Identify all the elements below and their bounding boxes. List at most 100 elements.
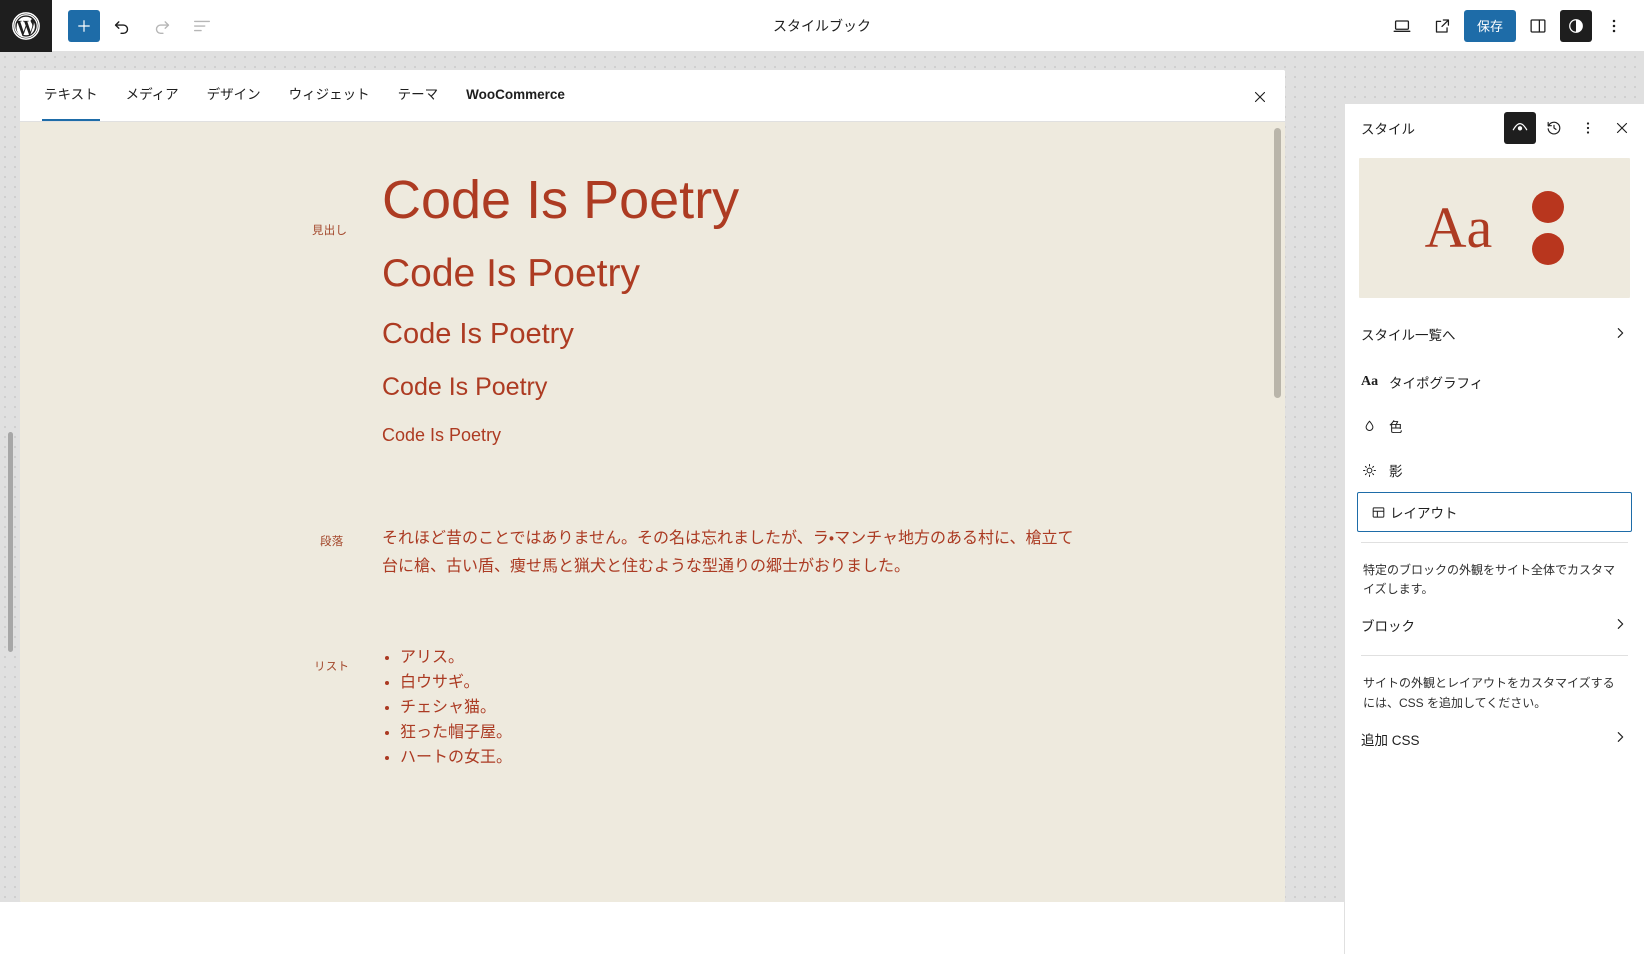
heading-level-1: Code Is Poetry [382,170,740,230]
style-book-canvas: テキスト メディア デザイン ウィジェット テーマ WooCommerce 見出… [20,70,1285,902]
close-icon [1254,91,1266,103]
style-book-preview: 見出し Code Is Poetry Code Is Poetry Code I… [20,122,1285,902]
paragraph-sample: それほど昔のことではありません。その名は忘れましたが、ラ・マンチャ地方のある村に… [382,529,1074,576]
heading-level-4: Code Is Poetry [382,372,548,401]
tab-woocommerce[interactable]: WooCommerce [452,70,579,121]
editor-workspace: テキスト メディア デザイン ウィジェット テーマ WooCommerce 見出… [0,52,1644,954]
heading-level-2: Code Is Poetry [382,252,640,296]
sidebar-divider [1361,542,1628,543]
list-sample-wrap: アリス。 白ウサギ。 チェシャ猫。 狂った帽子屋。 ハートの女王。 [382,646,1285,771]
plus-icon [78,19,90,32]
browse-styles-row[interactable]: スタイル一覧へ [1345,312,1644,356]
close-styles-sidebar-button[interactable] [1606,112,1638,144]
style-book-tablist: テキスト メディア デザイン ウィジェット テーマ WooCommerce [20,70,1285,122]
shadow-sun-icon [1361,462,1389,479]
list-item: 白ウサギ。 [400,671,1285,696]
tab-text[interactable]: テキスト [30,70,112,121]
save-button[interactable]: 保存 [1463,9,1516,42]
canvas-scrollbar-thumb[interactable] [1274,128,1281,398]
contrast-circle-icon [1569,18,1583,33]
kebab-menu-icon [1612,19,1616,32]
sidebar-divider [1361,655,1628,657]
styles-more-button[interactable] [1572,112,1604,144]
undo-button[interactable] [104,8,140,44]
list-item: チェシャ猫。 [400,696,1285,721]
styles-menu-typography-label: タイポグラフィ [1389,376,1484,391]
canvas-resize-handle[interactable] [8,432,13,652]
list-item: 狂った帽子屋。 [400,721,1285,746]
list-item: アリス。 [400,646,1285,671]
revisions-button[interactable] [1538,112,1570,144]
more-options-button[interactable] [1596,8,1632,44]
styles-header-actions [1504,112,1638,144]
list-sample: アリス。 白ウサギ。 チェシャ猫。 狂った帽子屋。 ハートの女王。 [382,646,1285,771]
typography-aa-icon: Aa [1361,374,1379,389]
redo-icon [155,20,170,34]
styles-menu-shadows-label: 影 [1389,464,1403,479]
add-block-button[interactable] [68,9,100,42]
palette-dot-secondary [1532,233,1565,265]
undo-icon [114,20,129,34]
desktop-icon [1393,19,1411,32]
style-preview-palette [1532,191,1565,265]
styles-menu-group: Aa タイポグラフィ 色 影 レイアウト [1345,356,1644,534]
redo-button[interactable] [144,8,180,44]
heading-level-5: Code Is Poetry [382,424,502,445]
styles-sidebar: スタイル Aa スタイル一覧へ Aa タイポグラフィ 色 影 レイアウト 特定の… [1344,104,1644,954]
styles-panel-title: スタイル [1361,122,1415,137]
styles-menu-additional-css[interactable]: 追加 CSS [1345,717,1644,761]
kebab-menu-icon [1586,122,1590,134]
settings-sidebar-toggle[interactable] [1520,8,1556,44]
styles-menu-colors-label: 色 [1389,420,1403,435]
sidebar-panel-icon [1530,18,1546,33]
palette-dot-primary [1532,191,1565,223]
stylebook-section-list: リスト アリス。 白ウサギ。 チェシャ猫。 狂った帽子屋。 ハートの女王。 [20,582,1285,771]
toolbar-right-group: 保存 [1384,8,1644,44]
section-label-list: リスト [314,660,350,673]
device-preview-button[interactable] [1384,8,1420,44]
close-style-book-button[interactable] [1245,82,1275,112]
css-help-text: サイトの外観とレイアウトをカスタマイズするには、CSS を追加してください。 [1363,676,1615,710]
external-link-icon [1435,18,1450,33]
styles-menu-additional-css-label: 追加 CSS [1361,732,1420,748]
styles-menu-layout-label: レイアウト [1390,506,1458,521]
section-label-heading: 見出し [312,225,348,237]
paragraph-sample-wrap: それほど昔のことではありません。その名は忘れましたが、ラ・マンチャ地方のある村に… [382,525,1285,582]
list-item: ハートの女王。 [400,746,1285,771]
styles-menu-blocks-label: ブロック [1361,619,1415,635]
stylebook-section-paragraph: 段落 それほど昔のことではありません。その名は忘れましたが、ラ・マンチャ地方のあ… [20,445,1285,582]
wordpress-logo-icon[interactable] [0,0,52,52]
list-view-icon [193,20,211,31]
styles-menu-shadows[interactable]: 影 [1345,448,1644,492]
styles-menu-blocks[interactable]: ブロック [1345,603,1644,647]
color-droplet-icon [1361,418,1389,435]
history-clock-icon [1547,121,1561,135]
styles-toggle-button[interactable] [1560,9,1592,42]
layout-icon [1362,504,1390,521]
style-preview-card[interactable]: Aa [1359,158,1630,298]
toolbar-left-group [52,8,220,44]
styles-menu-typography[interactable]: Aa タイポグラフィ [1345,360,1644,404]
heading-level-3: Code Is Poetry [382,318,574,351]
heading-samples: Code Is Poetry Code Is Poetry Code Is Po… [382,170,1285,445]
tab-design[interactable]: デザイン [193,70,275,121]
style-preview-letters: Aa [1424,195,1493,260]
eye-stylebook-icon [1512,123,1528,131]
section-label-paragraph: 段落 [320,535,344,548]
tab-widgets[interactable]: ウィジェット [275,70,384,121]
styles-sidebar-header: スタイル [1345,104,1644,152]
browse-styles-label: スタイル一覧へ [1361,328,1456,343]
stylebook-section-headings: 見出し Code Is Poetry Code Is Poetry Code I… [20,122,1285,445]
styles-menu-layout[interactable]: レイアウト [1357,492,1632,532]
view-site-button[interactable] [1424,8,1460,44]
list-view-button[interactable] [184,8,220,44]
blocks-help-text: 特定のブロックの外観をサイト全体でカスタマイズします。 [1363,563,1616,597]
styles-menu-colors[interactable]: 色 [1345,404,1644,448]
chevron-right-icon [1612,325,1628,344]
tab-media[interactable]: メディア [112,70,193,121]
style-book-toggle-button[interactable] [1504,112,1536,144]
tab-theme[interactable]: テーマ [384,70,453,121]
close-icon [1616,122,1628,134]
chevron-right-icon [1612,616,1628,635]
chevron-right-icon [1612,729,1628,748]
